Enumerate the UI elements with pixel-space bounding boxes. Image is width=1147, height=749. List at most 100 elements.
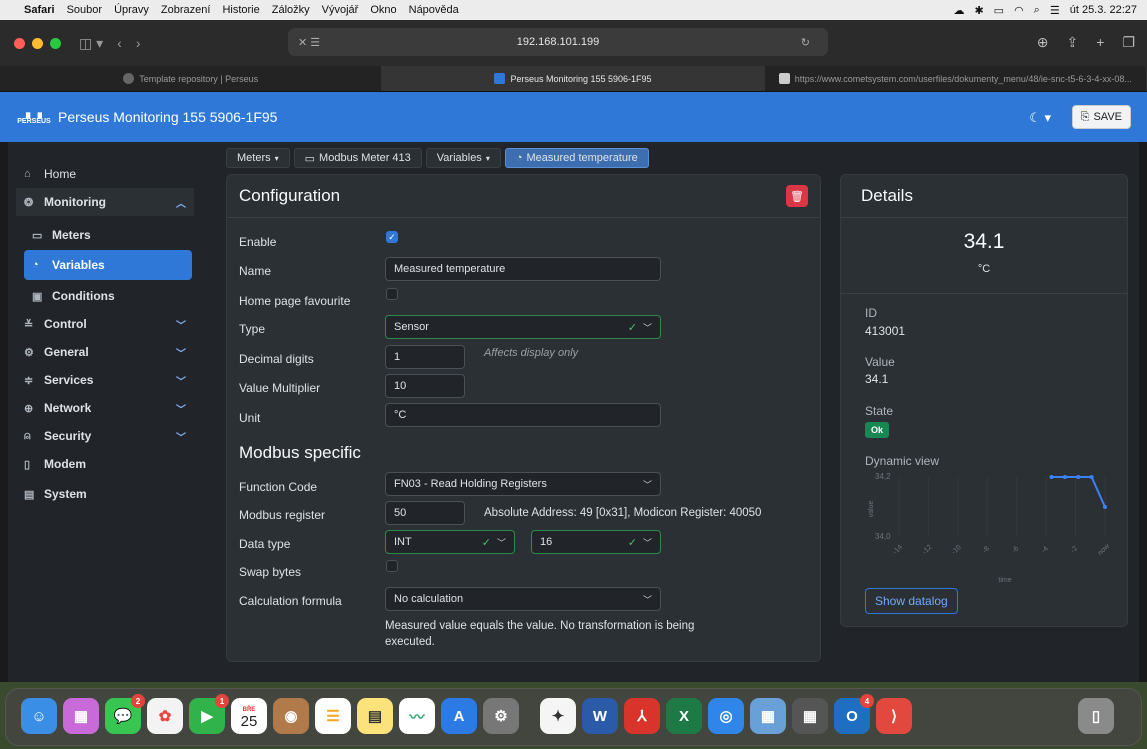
sidebar-item-network[interactable]: ⊕ Network ﹀	[16, 394, 194, 422]
register-info: Absolute Address: 49 [0x31], Modicon Reg…	[484, 507, 762, 519]
download-icon[interactable]: ⊕	[1037, 34, 1049, 51]
sidebar-item-system[interactable]: ▤ System	[16, 480, 194, 508]
calculator-icon[interactable]: ▦	[792, 698, 828, 734]
x-tick-label: -6	[1011, 545, 1020, 554]
tab-cometsystem[interactable]: https://www.cometsystem.com/userfiles/do…	[765, 66, 1147, 91]
zoom-window-button[interactable]	[50, 37, 61, 49]
share-icon[interactable]: ⇪	[1067, 34, 1079, 51]
swap-bytes-checkbox[interactable]	[386, 560, 398, 572]
menu-item-edit[interactable]: Úpravy	[114, 4, 149, 16]
system-settings-icon[interactable]: ⚙	[483, 698, 519, 734]
tab-template-repository[interactable]: Template repository | Perseus	[0, 66, 383, 91]
extension-icon[interactable]: ✕ ☰	[298, 36, 320, 49]
acrobat-icon[interactable]: ⅄	[624, 698, 660, 734]
reload-icon[interactable]: ↻	[801, 36, 810, 49]
enable-label: Enable	[239, 235, 277, 249]
unit-input[interactable]: °C	[385, 403, 661, 427]
photos-icon[interactable]: ✿	[147, 698, 183, 734]
sidebar-item-services[interactable]: ≑ Services ﹀	[16, 366, 194, 394]
multiplier-input[interactable]: 10	[385, 374, 465, 398]
sidebar-item-security[interactable]: ⍝ Security ﹀	[16, 422, 194, 450]
breadcrumb-measured-temperature[interactable]: ◔ Measured temperature	[504, 148, 649, 168]
sidebar-toggle-icon[interactable]: ◫ ▾	[79, 35, 103, 52]
outlook-icon[interactable]: O4	[834, 694, 874, 734]
facetime-icon[interactable]: ▶ 1	[189, 694, 229, 734]
freeform-icon[interactable]: 〰	[399, 698, 435, 734]
breadcrumb-meters[interactable]: Meters ▾	[226, 148, 290, 168]
notes-icon[interactable]: ▤	[357, 698, 393, 734]
bluetooth-icon[interactable]: ✱	[974, 4, 983, 17]
address-bar[interactable]: ✕ ☰ 192.168.101.199 ↻	[288, 28, 828, 56]
formula-select[interactable]: No calculation ﹀	[385, 587, 661, 611]
excel-icon[interactable]: X	[666, 698, 702, 734]
sidebar-item-general[interactable]: ⚙ General ﹀	[16, 338, 194, 366]
parallels-icon[interactable]: ⟩	[876, 698, 912, 734]
menu-item-help[interactable]: Nápověda	[409, 4, 459, 16]
perseus-logo[interactable]: ▖▗ PERSEUS	[17, 102, 50, 132]
wifi-icon[interactable]: ◠	[1014, 4, 1024, 17]
menu-item-history[interactable]: Historie	[222, 4, 259, 16]
cometsystem-favicon	[778, 73, 790, 84]
contacts-icon[interactable]: ◉	[273, 698, 309, 734]
show-datalog-button[interactable]: Show datalog	[865, 588, 958, 614]
trash-icon[interactable]: ▯	[1078, 698, 1114, 734]
slack-icon[interactable]: ✦	[540, 698, 576, 734]
breadcrumb-variables[interactable]: Variables ▾	[425, 148, 501, 168]
menu-item-developer[interactable]: Vývojář	[322, 4, 359, 16]
sidebar-item-home[interactable]: ⌂ Home	[16, 160, 194, 188]
sidebar-item-variables[interactable]: ◔ Variables	[24, 250, 192, 280]
function-code-select[interactable]: FN03 - Read Holding Registers ﹀	[385, 472, 661, 496]
forward-icon[interactable]: ›	[136, 35, 141, 51]
chevron-down-icon: ﹀	[176, 404, 186, 416]
battery-icon[interactable]: ▭	[994, 4, 1004, 17]
finder-icon[interactable]: ☺	[21, 698, 57, 734]
preview-icon[interactable]: ▦	[750, 698, 786, 734]
menu-item-bookmarks[interactable]: Záložky	[272, 4, 310, 16]
menu-item-file[interactable]: Soubor	[67, 4, 102, 16]
logo-bars-icon: ▖▗	[26, 107, 42, 119]
sidebar-item-conditions[interactable]: ▣ Conditions	[24, 282, 192, 310]
sidebar-item-modem[interactable]: ▯ Modem	[16, 450, 194, 478]
favourite-checkbox[interactable]	[386, 288, 398, 300]
reminders-icon[interactable]: ☰	[315, 698, 351, 734]
name-input[interactable]: Measured temperature	[385, 257, 661, 281]
datatype-bits-select[interactable]: 16 ✓ ﹀	[531, 530, 661, 554]
theme-toggle-icon[interactable]: ☾ ▾	[1029, 110, 1051, 126]
menu-item-view[interactable]: Zobrazení	[161, 4, 211, 16]
close-window-button[interactable]	[14, 37, 25, 49]
dynamic-view-chart: 34,2 34,0 value time -14 -12 -10 -8 -6 -4 -2 no…	[868, 472, 1112, 584]
launchpad-icon[interactable]: ▦	[63, 698, 99, 734]
sidebar-item-meters[interactable]: ▭ Meters	[24, 221, 192, 249]
type-select[interactable]: Sensor ✓ ﹀	[385, 315, 661, 339]
messages-icon[interactable]: 💬 2	[105, 694, 145, 734]
chevron-down-icon: ﹀	[496, 537, 506, 548]
lock-icon: ⍝	[24, 429, 31, 442]
clock[interactable]: út 25.3. 22:27	[1070, 4, 1137, 16]
save-button[interactable]: ⎘ SAVE	[1071, 105, 1131, 129]
app-store-icon[interactable]: A	[441, 698, 477, 734]
datatype-select[interactable]: INT ✓ ﹀	[385, 530, 515, 554]
register-input[interactable]: 50	[385, 501, 465, 525]
word-icon[interactable]: W	[582, 698, 618, 734]
menu-app-name[interactable]: Safari	[24, 4, 55, 16]
breadcrumb-modbus-meter[interactable]: ▭ Modbus Meter 413	[293, 148, 422, 168]
x-tick-label: -12	[921, 544, 933, 556]
sidebar-item-control[interactable]: ≚ Control ﹀	[16, 310, 194, 338]
tab-perseus-monitoring[interactable]: Perseus Monitoring 155 5906-1F95	[382, 66, 765, 91]
back-icon[interactable]: ‹	[117, 35, 122, 51]
decimal-input[interactable]: 1	[385, 345, 465, 369]
sidebar-item-monitoring[interactable]: ❂ Monitoring ︿	[16, 188, 194, 216]
cloud-icon[interactable]: ☁	[953, 4, 964, 17]
new-tab-icon[interactable]: +	[1096, 34, 1104, 51]
tab-overview-icon[interactable]: ❐	[1122, 34, 1135, 51]
check-icon: ✓	[481, 536, 491, 549]
delete-button[interactable]: 🗑	[786, 185, 808, 207]
safari-icon[interactable]: ◎	[708, 698, 744, 734]
enable-checkbox[interactable]: ✓	[386, 231, 398, 243]
multiplier-value: 10	[394, 380, 407, 392]
control-center-icon[interactable]: ☰	[1050, 4, 1060, 17]
spotlight-icon[interactable]: ⌕	[1034, 4, 1040, 17]
menu-item-window[interactable]: Okno	[370, 4, 396, 16]
calendar-icon[interactable]: BŘE 25	[231, 698, 267, 734]
minimize-window-button[interactable]	[32, 37, 43, 49]
